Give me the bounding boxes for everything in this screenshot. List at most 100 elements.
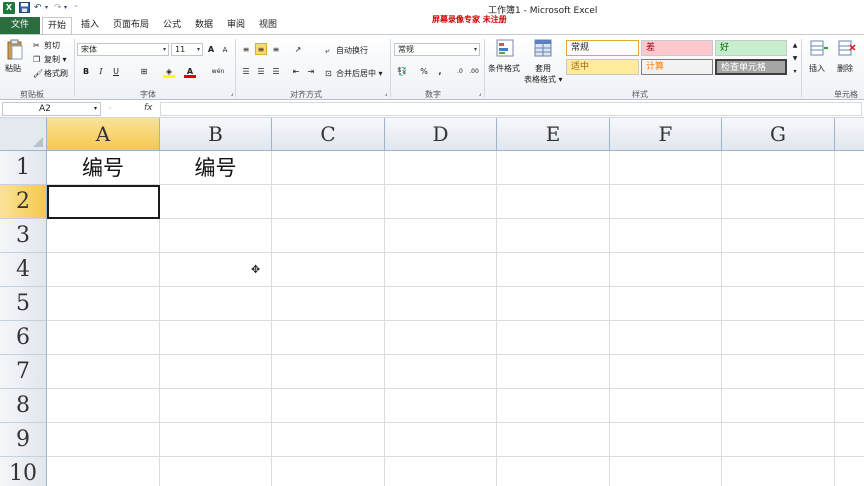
number-format-select[interactable]: 常规 ▾ — [394, 43, 480, 56]
grid-cell[interactable] — [272, 253, 385, 287]
grid-cell[interactable] — [272, 219, 385, 253]
insert-cells-button[interactable]: 插入 — [809, 63, 825, 74]
percent-button[interactable]: % — [418, 66, 430, 78]
column-header-c[interactable]: C — [272, 118, 385, 151]
formula-input[interactable] — [160, 102, 862, 116]
row-header-10[interactable]: 10 — [0, 457, 47, 486]
grid-cell[interactable] — [272, 457, 385, 486]
grid-cell[interactable] — [835, 151, 864, 185]
styles-more-icon[interactable]: ▾ — [789, 66, 801, 78]
grid-cell[interactable] — [385, 355, 497, 389]
row-header-6[interactable]: 6 — [0, 321, 47, 355]
column-header-f[interactable]: F — [610, 118, 722, 151]
column-header-e[interactable]: E — [497, 118, 610, 151]
tab-formulas[interactable]: 公式 — [158, 17, 186, 34]
undo-icon[interactable]: ↶ — [34, 2, 42, 14]
grid-cell[interactable] — [722, 185, 835, 219]
fill-color-icon[interactable]: ◈ — [163, 66, 175, 78]
align-center-icon[interactable]: ☰ — [255, 66, 267, 78]
grid-cell[interactable] — [160, 321, 272, 355]
grid-cell[interactable] — [722, 287, 835, 321]
grid-cell[interactable] — [385, 423, 497, 457]
grid-cell[interactable] — [722, 355, 835, 389]
increase-decimal-icon[interactable]: .0 — [454, 66, 466, 78]
grid-cell[interactable] — [835, 457, 864, 486]
grid-cell[interactable] — [385, 457, 497, 486]
paste-button[interactable]: 粘贴 — [5, 63, 21, 74]
insert-cells-icon[interactable] — [810, 39, 828, 60]
grid-cell[interactable] — [160, 423, 272, 457]
grid-cell[interactable] — [272, 389, 385, 423]
italic-button[interactable]: I — [95, 66, 107, 78]
tab-view[interactable]: 视图 — [254, 17, 282, 34]
grow-font-button[interactable]: A — [205, 44, 217, 56]
insert-function-button[interactable]: fx — [144, 103, 153, 113]
row-header-9[interactable]: 9 — [0, 423, 47, 457]
grid-cell[interactable] — [385, 185, 497, 219]
conditional-format-icon[interactable] — [496, 39, 514, 60]
grid-cell[interactable] — [272, 423, 385, 457]
grid-cell[interactable] — [47, 321, 160, 355]
grid-cell[interactable] — [47, 457, 160, 486]
font-size-select[interactable]: 11 ▾ — [171, 43, 203, 56]
paste-icon[interactable] — [6, 39, 24, 64]
increase-indent-icon[interactable]: ⇥ — [305, 66, 317, 78]
grid-cell[interactable] — [610, 219, 722, 253]
cell-a1[interactable]: 编号 — [47, 151, 160, 185]
grid-cell[interactable] — [272, 185, 385, 219]
grid-cell[interactable] — [160, 457, 272, 486]
active-cell-a2[interactable] — [47, 185, 160, 219]
grid-cell[interactable] — [385, 321, 497, 355]
grid-cell[interactable] — [610, 457, 722, 486]
column-header-g[interactable]: G — [722, 118, 835, 151]
grid-cell[interactable] — [722, 253, 835, 287]
grid-cell[interactable] — [722, 423, 835, 457]
cut-button[interactable]: ✂ 剪切 — [33, 40, 60, 51]
row-header-8[interactable]: 8 — [0, 389, 47, 423]
row-header-7[interactable]: 7 — [0, 355, 47, 389]
tab-data[interactable]: 数据 — [190, 17, 218, 34]
orientation-icon[interactable]: ↗ — [292, 44, 304, 56]
format-painter-button[interactable]: 🖌格式刷 — [33, 68, 68, 79]
grid-cell[interactable] — [835, 253, 864, 287]
grid-cell[interactable] — [497, 253, 610, 287]
font-dialog-launcher-icon[interactable]: ⌟ — [226, 88, 238, 100]
grid-cell[interactable] — [722, 321, 835, 355]
row-header-2[interactable]: 2 — [0, 185, 47, 219]
delete-cells-icon[interactable] — [838, 39, 856, 60]
grid-cell[interactable] — [47, 253, 160, 287]
currency-icon[interactable]: 💱 — [396, 66, 408, 78]
tab-file[interactable]: 文件 — [0, 17, 40, 34]
style-good[interactable]: 好 — [715, 40, 787, 56]
grid-cell[interactable] — [272, 355, 385, 389]
grid-cell[interactable] — [47, 355, 160, 389]
format-as-table-button[interactable]: 套用 — [535, 63, 551, 74]
align-right-icon[interactable]: ☰ — [270, 66, 282, 78]
grid-cell[interactable] — [835, 423, 864, 457]
style-check-cell[interactable]: 检查单元格 — [715, 59, 787, 75]
style-bad[interactable]: 差 — [641, 40, 713, 56]
grid-cell[interactable] — [385, 287, 497, 321]
decrease-decimal-icon[interactable]: .00 — [468, 66, 480, 78]
grid-cell[interactable] — [610, 287, 722, 321]
grid-cell[interactable] — [160, 219, 272, 253]
name-box[interactable]: A2 ▾ — [2, 102, 101, 116]
grid-cell[interactable] — [835, 355, 864, 389]
column-header-b[interactable]: B — [160, 118, 272, 151]
grid-cell[interactable] — [722, 457, 835, 486]
grid-cell[interactable] — [835, 219, 864, 253]
border-icon[interactable]: ⊞ — [138, 66, 150, 78]
grid-cell[interactable] — [497, 389, 610, 423]
style-calculation[interactable]: 计算 — [641, 59, 713, 75]
grid-cell[interactable] — [610, 151, 722, 185]
undo-dropdown-icon[interactable]: ▾ — [45, 2, 48, 14]
grid-cell[interactable] — [722, 389, 835, 423]
shrink-font-button[interactable]: A — [219, 44, 231, 56]
formula-bar-drag-handle-icon[interactable]: ◦ — [104, 103, 116, 115]
grid-cell[interactable] — [160, 287, 272, 321]
customize-qat-icon[interactable]: ⁼ — [74, 2, 78, 14]
conditional-format-button[interactable]: 条件格式 — [488, 63, 520, 74]
tab-insert[interactable]: 插入 — [76, 17, 104, 34]
grid-cell[interactable] — [497, 457, 610, 486]
grid-cell[interactable] — [610, 253, 722, 287]
